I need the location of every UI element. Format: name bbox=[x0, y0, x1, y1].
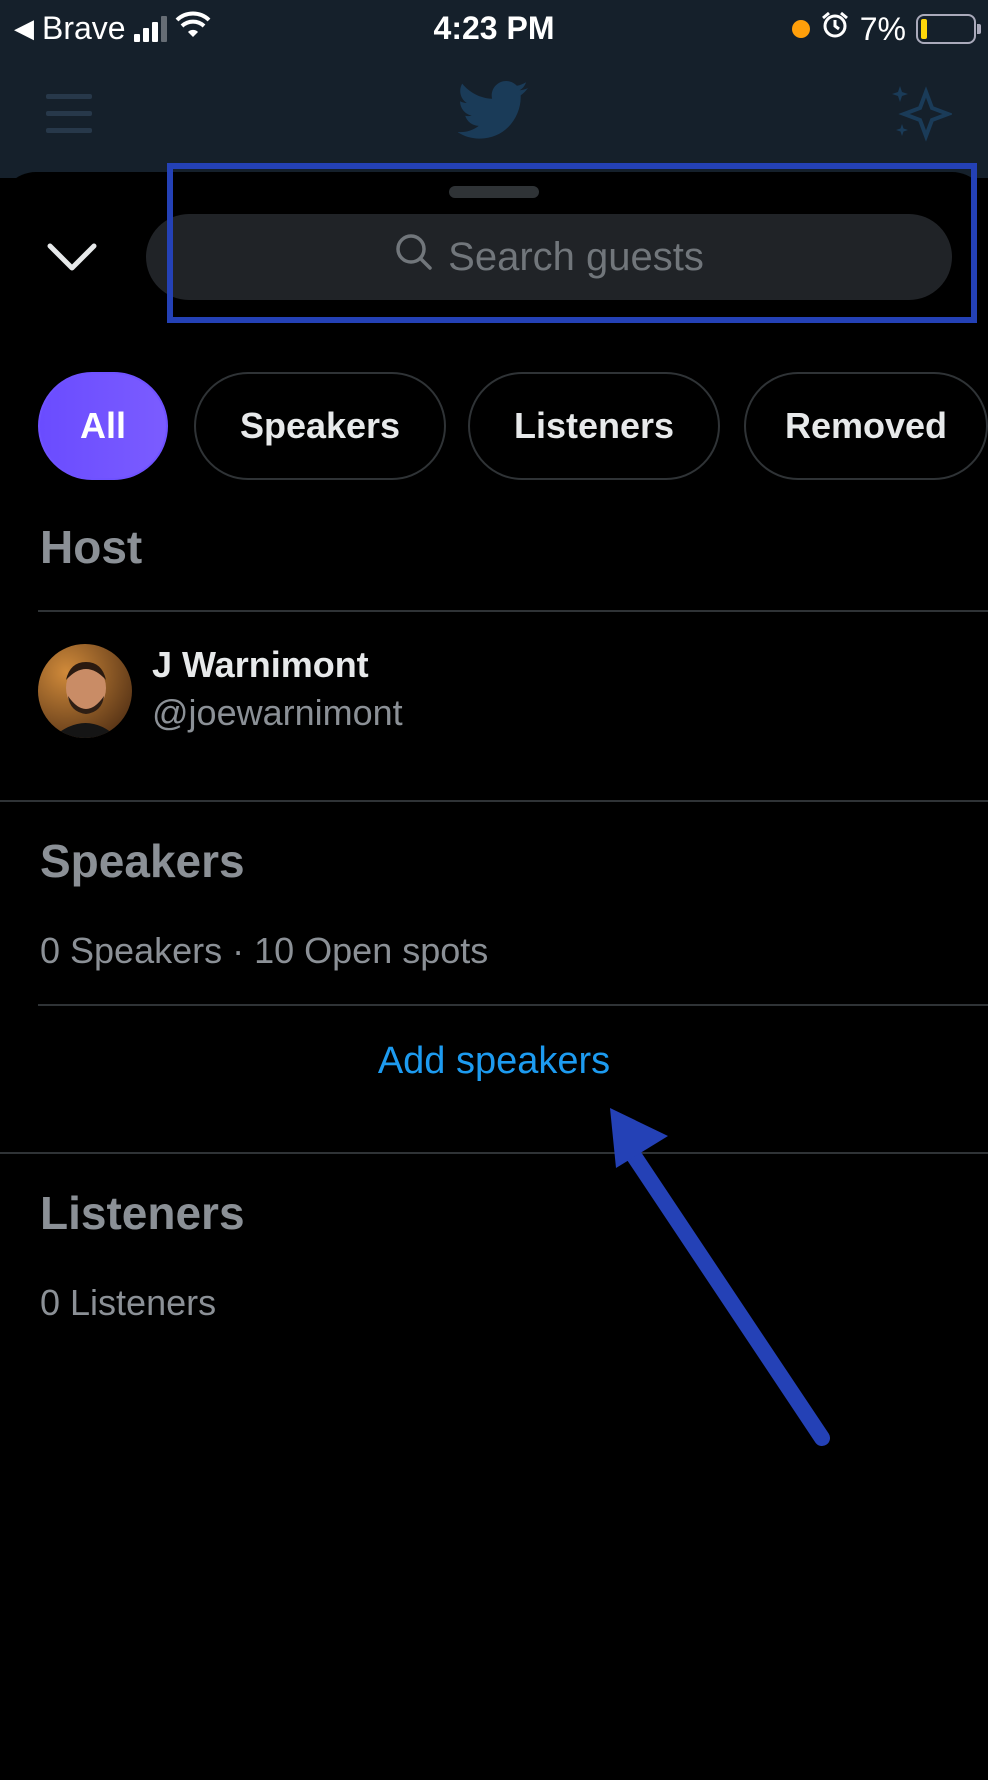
sparkle-icon bbox=[888, 80, 954, 149]
divider bbox=[0, 1152, 988, 1154]
speakers-section-title: Speakers bbox=[40, 835, 245, 887]
divider bbox=[0, 800, 988, 802]
hamburger-menu-icon bbox=[46, 94, 92, 145]
divider bbox=[38, 1004, 988, 1006]
filter-listeners[interactable]: Listeners bbox=[468, 372, 720, 480]
host-name: J Warnimont bbox=[152, 644, 369, 685]
divider bbox=[38, 610, 988, 612]
twitter-bird-icon bbox=[457, 80, 530, 147]
listeners-summary: 0 Listeners bbox=[40, 1282, 217, 1323]
battery-percent: 7% bbox=[859, 10, 906, 47]
host-row[interactable]: J Warnimont @joewarnimont bbox=[38, 644, 938, 744]
alarm-icon bbox=[820, 10, 850, 48]
host-handle: @joewarnimont bbox=[152, 692, 403, 733]
guests-sheet: Search guests All Speakers Listeners Rem… bbox=[0, 172, 988, 1780]
filter-removed[interactable]: Removed bbox=[744, 372, 988, 480]
host-section-title: Host bbox=[40, 521, 143, 573]
add-speakers-button[interactable]: Add speakers bbox=[0, 1040, 988, 1083]
privacy-indicator-dot bbox=[791, 20, 810, 38]
listeners-section-title: Listeners bbox=[40, 1187, 245, 1239]
app-header-dimmed bbox=[0, 58, 988, 178]
battery-icon bbox=[916, 14, 981, 44]
annotation-highlight-box bbox=[167, 163, 977, 323]
speakers-summary: 0 Speakers · 10 Open spots bbox=[40, 930, 489, 971]
filter-tabs: All Speakers Listeners Removed bbox=[0, 358, 988, 480]
status-bar: ◀ Brave 4:23 PM 7% bbox=[0, 0, 988, 58]
filter-speakers[interactable]: Speakers bbox=[194, 372, 446, 480]
avatar bbox=[38, 644, 132, 738]
filter-all[interactable]: All bbox=[38, 372, 168, 480]
chevron-down-icon[interactable] bbox=[44, 238, 100, 278]
